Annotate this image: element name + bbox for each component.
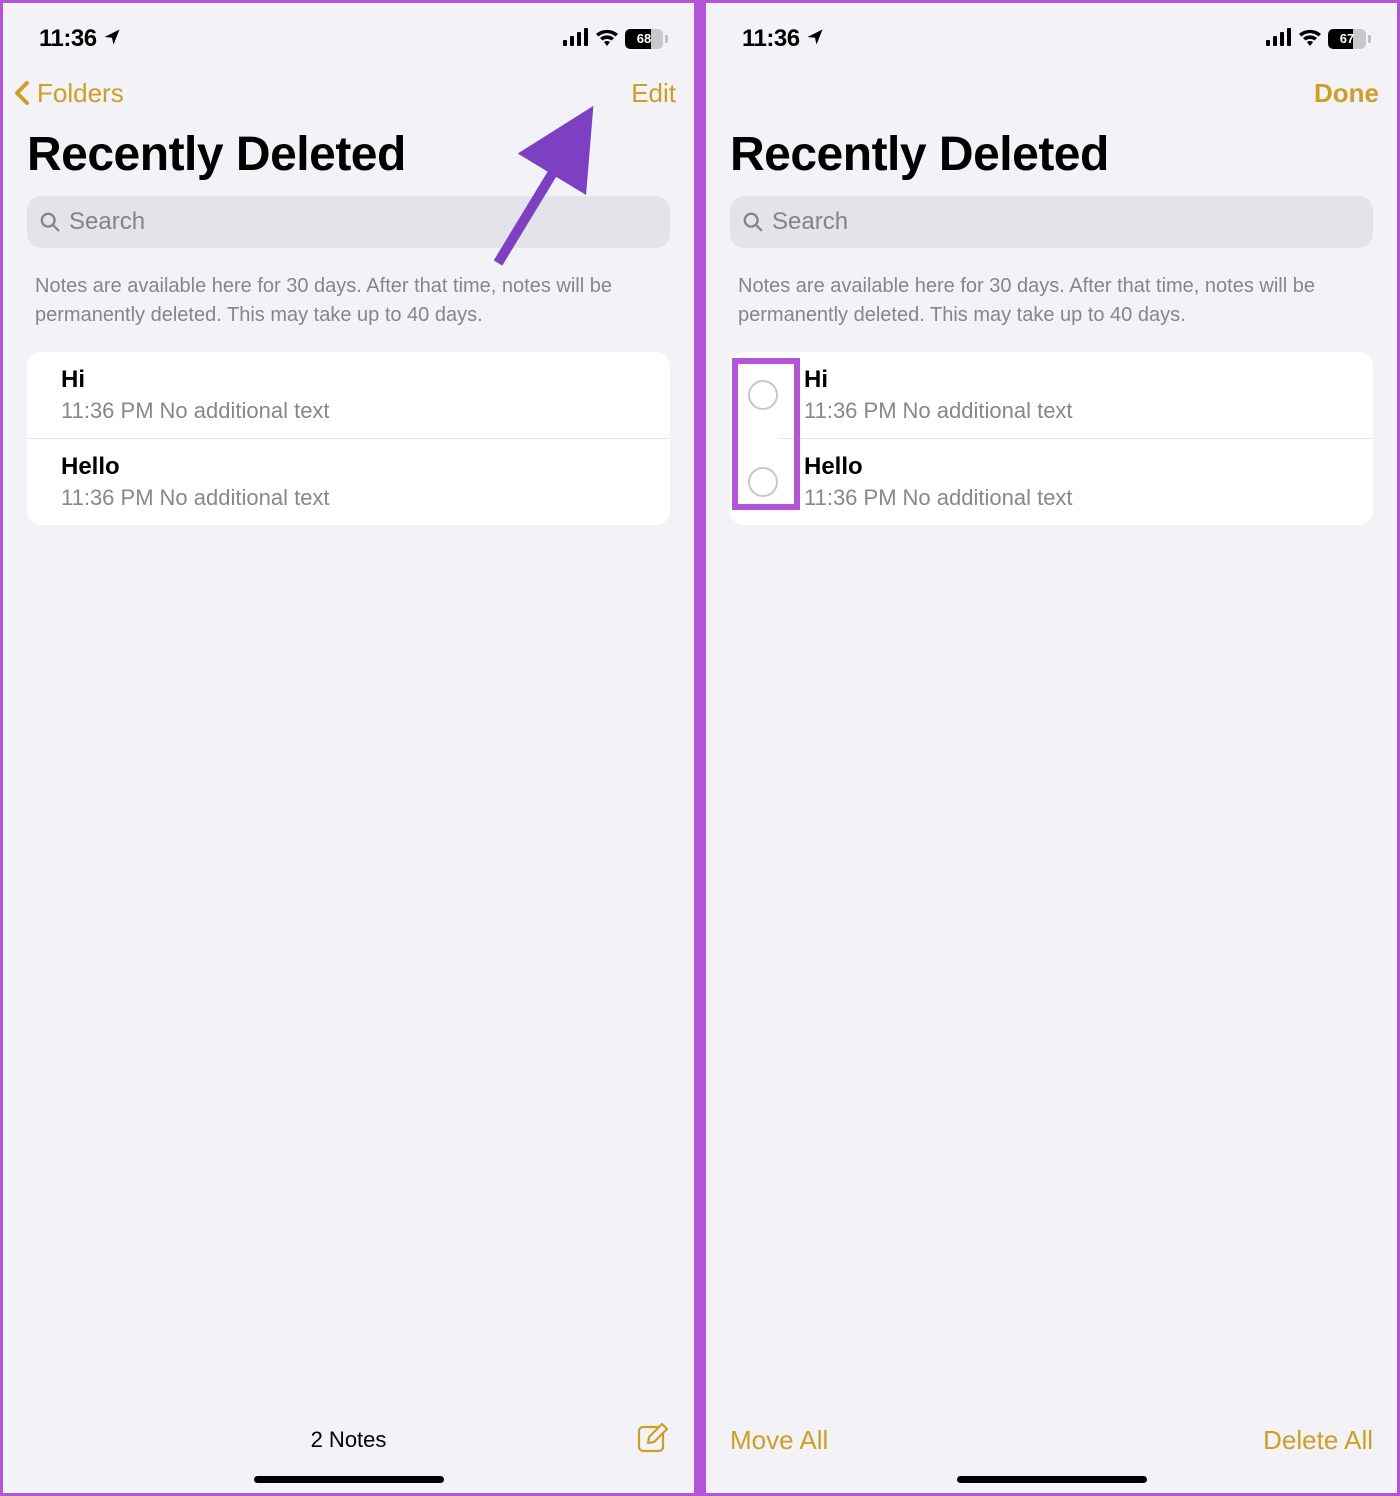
page-title: Recently Deleted (3, 123, 694, 196)
search-placeholder: Search (69, 208, 145, 236)
status-bar: 11:36 67 (706, 3, 1397, 63)
select-checkbox[interactable] (748, 467, 778, 497)
battery-indicator: 68 (625, 29, 668, 49)
bottom-toolbar-editing: Move All Delete All (706, 1411, 1397, 1469)
status-right: 68 (563, 28, 668, 51)
info-text: Notes are available here for 30 days. Af… (3, 248, 694, 348)
status-left: 11:36 (39, 25, 121, 53)
status-time: 11:36 (39, 25, 97, 53)
select-checkbox[interactable] (748, 380, 778, 410)
note-meta: 11:36 PMNo additional text (61, 485, 670, 511)
note-title: Hello (61, 453, 670, 481)
search-placeholder: Search (772, 208, 848, 236)
screenshot-left: 11:36 68 Folders Edi (0, 0, 700, 1496)
note-meta: 11:36 PMNo additional text (804, 485, 1373, 511)
bottom-toolbar: 2 Notes (3, 1411, 694, 1469)
compose-button[interactable] (636, 1421, 670, 1460)
note-row[interactable]: Hello 11:36 PMNo additional text (27, 438, 670, 525)
home-indicator[interactable] (957, 1476, 1147, 1483)
edit-button[interactable]: Edit (631, 78, 676, 109)
location-icon (806, 25, 824, 53)
back-label: Folders (37, 78, 124, 109)
battery-indicator: 67 (1328, 29, 1371, 49)
wifi-icon (595, 28, 619, 51)
battery-percent: 68 (625, 29, 663, 49)
move-all-button[interactable]: Move All (730, 1425, 828, 1456)
wifi-icon (1298, 28, 1322, 51)
cellular-signal-icon (563, 28, 589, 51)
done-button[interactable]: Done (1314, 78, 1379, 109)
notes-list: Hi 11:36 PMNo additional text Hello 11:3… (27, 352, 670, 525)
note-title: Hi (804, 366, 1373, 394)
notes-list-editing: Hi 11:36 PMNo additional text Hello 11:3… (730, 352, 1373, 525)
note-title: Hello (804, 453, 1373, 481)
nav-bar: Folders Edit (3, 63, 694, 123)
note-meta: 11:36 PMNo additional text (804, 398, 1373, 424)
status-right: 67 (1266, 28, 1371, 51)
back-button[interactable]: Folders (13, 78, 124, 109)
notes-count: 2 Notes (3, 1427, 694, 1453)
status-bar: 11:36 68 (3, 3, 694, 63)
note-row[interactable]: Hello 11:36 PMNo additional text (730, 438, 1373, 525)
location-icon (103, 25, 121, 53)
info-text: Notes are available here for 30 days. Af… (706, 248, 1397, 348)
screenshot-right: 11:36 67 Done Recently Deleted (700, 0, 1400, 1496)
home-indicator[interactable] (254, 1476, 444, 1483)
note-meta: 11:36 PMNo additional text (61, 398, 670, 424)
note-title: Hi (61, 366, 670, 394)
nav-bar: Done (706, 63, 1397, 123)
note-row[interactable]: Hi 11:36 PMNo additional text (27, 352, 670, 438)
delete-all-button[interactable]: Delete All (1263, 1425, 1373, 1456)
search-input[interactable]: Search (730, 196, 1373, 248)
search-input[interactable]: Search (27, 196, 670, 248)
battery-percent: 67 (1328, 29, 1366, 49)
status-left: 11:36 (742, 25, 824, 53)
note-row[interactable]: Hi 11:36 PMNo additional text (730, 352, 1373, 438)
status-time: 11:36 (742, 25, 800, 53)
cellular-signal-icon (1266, 28, 1292, 51)
page-title: Recently Deleted (706, 123, 1397, 196)
